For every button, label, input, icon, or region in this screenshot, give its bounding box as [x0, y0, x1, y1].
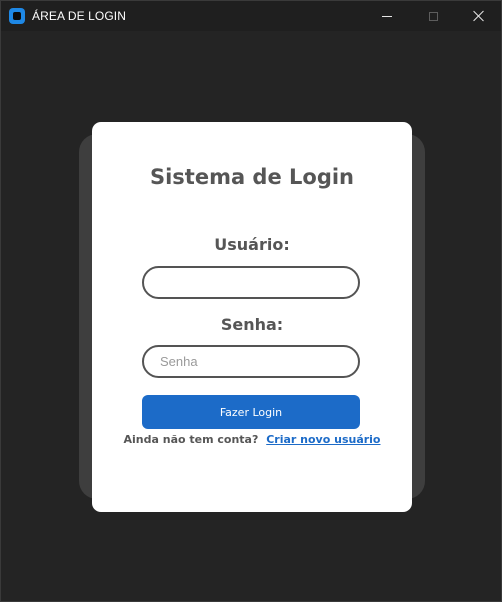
- username-label: Usuário:: [214, 235, 290, 254]
- maximize-icon: [428, 11, 438, 21]
- window-title: ÁREA DE LOGIN: [32, 9, 126, 23]
- password-label: Senha:: [220, 315, 284, 334]
- signup-prompt: Ainda não tem conta?: [123, 433, 259, 446]
- signup-row: Ainda não tem conta? Criar novo usuário: [1, 433, 502, 446]
- username-input[interactable]: [142, 266, 360, 299]
- title-bar[interactable]: ÁREA DE LOGIN: [1, 1, 501, 31]
- close-button[interactable]: [456, 1, 502, 31]
- login-title: Sistema de Login: [149, 165, 355, 189]
- maximize-button[interactable]: [410, 1, 456, 31]
- close-icon: [473, 10, 485, 22]
- login-button[interactable]: Fazer Login: [142, 395, 360, 429]
- app-window: ÁREA DE LOGIN Sistema de Login Usuário: …: [0, 0, 502, 602]
- minimize-icon: [382, 15, 392, 17]
- signup-link[interactable]: Criar novo usuário: [266, 433, 380, 446]
- password-input[interactable]: [142, 345, 360, 378]
- minimize-button[interactable]: [364, 1, 410, 31]
- app-icon: [9, 8, 25, 24]
